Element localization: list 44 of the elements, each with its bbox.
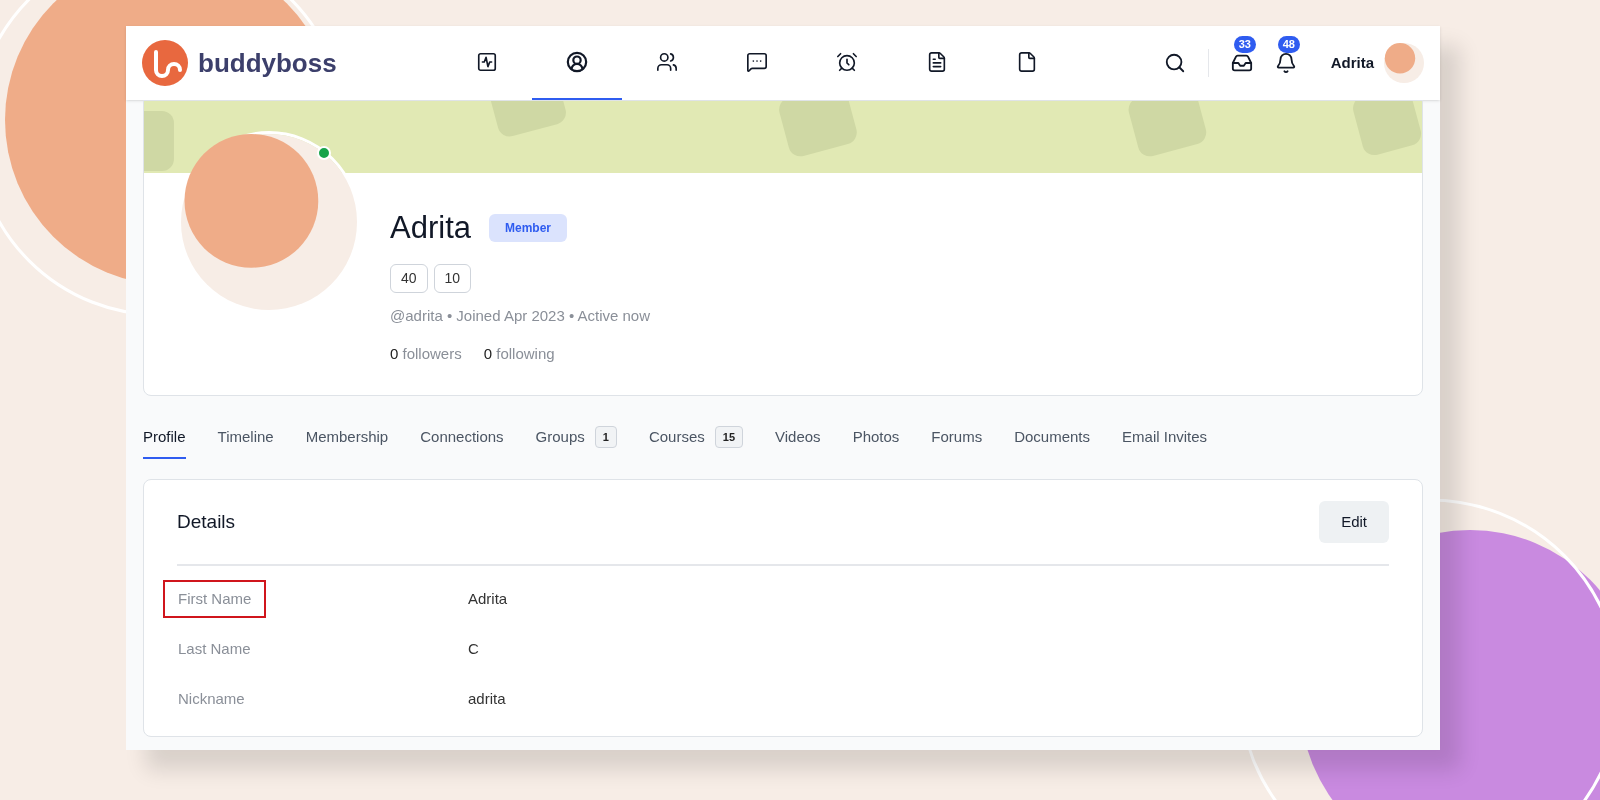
logo-text: buddyboss <box>198 46 337 80</box>
count-chip: 10 <box>433 263 472 293</box>
user-circle-icon <box>566 51 588 73</box>
count-badge: 15 <box>714 426 744 449</box>
count-chip: 40 <box>390 263 428 293</box>
edit-button[interactable]: Edit <box>1319 500 1389 543</box>
profile-tab[interactable]: Documents <box>1014 426 1091 459</box>
following-count[interactable]: 0 following <box>483 343 555 366</box>
profile-tab[interactable]: Timeline <box>217 426 274 459</box>
document-icon <box>926 51 948 73</box>
section-title: Details <box>177 509 236 534</box>
count-badge: 1 <box>594 426 617 449</box>
profile-tab[interactable]: Connections <box>420 426 504 459</box>
profile-name: Adrita <box>390 209 471 247</box>
search-icon[interactable] <box>1163 52 1186 74</box>
profile-meta: @adrita • Joined Apr 2023 • Active now <box>390 305 651 326</box>
alarm-clock-icon <box>836 51 858 73</box>
profile-tab[interactable]: Photos <box>852 426 900 459</box>
avatar <box>1384 43 1424 83</box>
file-icon <box>1016 51 1038 73</box>
field-label: Nickname <box>177 688 246 709</box>
logo-icon <box>142 40 188 86</box>
count-badge: 33 <box>1233 36 1256 53</box>
count-badge: 48 <box>1277 36 1300 53</box>
activity-icon <box>476 51 498 73</box>
profile-tab[interactable]: Videos <box>775 426 821 459</box>
member-badge: Member <box>489 214 567 243</box>
inbox-icon[interactable] <box>1230 52 1253 74</box>
profile-tab[interactable]: Email Invites <box>1122 426 1208 459</box>
people-icon <box>656 51 678 73</box>
field-label: First Name <box>163 579 267 619</box>
profile-tab[interactable]: Courses 15 <box>648 426 744 459</box>
field-value: Adrita <box>468 588 508 609</box>
field-label: Last Name <box>177 638 252 659</box>
field-value: adrita <box>468 688 506 709</box>
followers-count[interactable]: 0 followers <box>390 343 462 366</box>
profile-tab[interactable]: Profile <box>143 426 186 459</box>
user-name[interactable]: Adrita <box>1330 51 1374 75</box>
notification-bell-icon[interactable] <box>1274 52 1297 74</box>
chat-bubble-icon <box>746 51 768 73</box>
field-value: C <box>468 638 479 659</box>
profile-tab[interactable]: Forums <box>931 426 983 459</box>
profile-tab[interactable]: Membership <box>305 426 389 459</box>
profile-tab[interactable]: Groups 1 <box>535 426 617 459</box>
